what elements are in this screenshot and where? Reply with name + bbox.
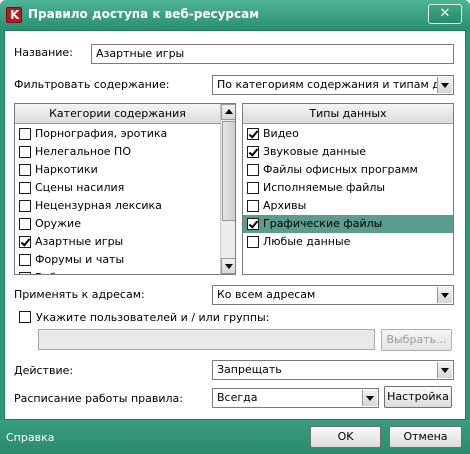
- filter-combo[interactable]: По категориям содержания и типам данны: [212, 75, 454, 95]
- users-checkbox[interactable]: [19, 311, 31, 323]
- users-field[interactable]: [38, 329, 375, 350]
- item-checkbox[interactable]: [19, 146, 31, 158]
- list-item[interactable]: Сцены насилия: [15, 179, 220, 197]
- categories-scrollbar[interactable]: [220, 104, 235, 274]
- item-label: Исполняемые файлы: [263, 181, 386, 194]
- ok-button[interactable]: OK: [310, 426, 381, 448]
- app-icon-letter: K: [10, 8, 20, 22]
- item-label: Азартные игры: [35, 235, 124, 248]
- dialog-footer: Справка OK Отмена: [0, 420, 470, 454]
- list-item[interactable]: Оружие: [15, 215, 220, 233]
- filter-label: Фильтровать содержание:: [14, 78, 170, 91]
- chevron-down-icon[interactable]: [437, 287, 452, 303]
- item-label: Порнография, эротика: [35, 127, 168, 140]
- datatypes-header[interactable]: Типы данных: [243, 104, 453, 124]
- action-combo-value: Запрещать: [217, 363, 282, 376]
- action-label: Действие:: [14, 364, 74, 377]
- item-label: Любые данные: [263, 235, 351, 248]
- list-item[interactable]: Исполняемые файлы: [243, 179, 453, 197]
- item-label: Видео: [263, 127, 299, 140]
- item-checkbox[interactable]: [19, 164, 31, 176]
- apply-combo[interactable]: Ко всем адресам: [212, 285, 454, 305]
- categories-list[interactable]: Категории содержания Порнография, эротик…: [14, 103, 236, 275]
- chevron-down-icon[interactable]: [437, 77, 452, 93]
- schedule-label: Расписание работы правила:: [14, 392, 184, 405]
- apply-combo-value: Ко всем адресам: [217, 288, 316, 301]
- schedule-settings-button[interactable]: Настройка: [384, 386, 452, 408]
- list-item[interactable]: Форумы и чаты: [15, 251, 220, 269]
- schedule-combo-value: Всегда: [217, 391, 258, 404]
- item-checkbox[interactable]: [247, 200, 259, 212]
- item-label: Графические файлы: [263, 217, 383, 230]
- item-checkbox[interactable]: [19, 218, 31, 230]
- list-item[interactable]: Порнография, эротика: [15, 125, 220, 143]
- help-link[interactable]: Справка: [6, 431, 54, 444]
- close-button[interactable]: ✕: [428, 4, 462, 24]
- action-combo[interactable]: Запрещать: [212, 360, 454, 380]
- datatypes-list[interactable]: Типы данных Видео Звуковые данные Файлы оф…: [242, 103, 454, 275]
- title-bar[interactable]: K Правило доступа к веб-ресурсам ✕: [0, 0, 470, 30]
- item-checkbox[interactable]: [19, 236, 31, 248]
- item-label: Звуковые данные: [263, 145, 367, 158]
- cancel-button[interactable]: Отмена: [389, 426, 462, 448]
- item-checkbox[interactable]: [19, 200, 31, 212]
- item-label: Сцены насилия: [35, 181, 125, 194]
- window-title: Правило доступа к веб-ресурсам: [28, 7, 260, 21]
- categories-header[interactable]: Категории содержания: [15, 104, 220, 124]
- chevron-down-icon[interactable]: [437, 362, 452, 378]
- filter-combo-value: По категориям содержания и типам данны: [217, 78, 437, 91]
- item-label: Форумы и чаты: [35, 253, 125, 266]
- scroll-thumb[interactable]: [222, 121, 235, 221]
- dialog-window: K Правило доступа к веб-ресурсам ✕ Назва…: [0, 0, 470, 454]
- list-item[interactable]: Архивы: [243, 197, 453, 215]
- list-item[interactable]: Звуковые данные: [243, 143, 453, 161]
- item-checkbox[interactable]: [247, 128, 259, 140]
- dialog-body: Название: Азартные игры Фильтровать соде…: [4, 30, 466, 420]
- users-checkbox-label: Укажите пользователей и / или группы:: [36, 311, 270, 324]
- item-label: Нецензурная лексика: [35, 199, 162, 212]
- list-item[interactable]: Веб-почта: [15, 269, 220, 274]
- chevron-down-icon[interactable]: [362, 390, 377, 406]
- item-label: Оружие: [35, 217, 81, 230]
- item-label: Файлы офисных программ: [263, 163, 418, 176]
- schedule-combo[interactable]: Всегда: [212, 388, 379, 408]
- item-label: Нелегальное ПО: [35, 145, 131, 158]
- scroll-down-icon[interactable]: [221, 258, 235, 274]
- list-item[interactable]: Нелегальное ПО: [15, 143, 220, 161]
- name-label: Название:: [14, 46, 73, 59]
- item-checkbox[interactable]: [247, 182, 259, 194]
- select-users-button[interactable]: Выбрать...: [381, 329, 452, 351]
- name-input[interactable]: Азартные игры: [91, 44, 454, 64]
- list-item[interactable]: Любые данные: [243, 233, 453, 251]
- scroll-up-icon[interactable]: [221, 104, 235, 120]
- item-label: Веб-почта: [35, 271, 94, 274]
- list-item[interactable]: Наркотики: [15, 161, 220, 179]
- item-checkbox[interactable]: [19, 254, 31, 266]
- item-checkbox[interactable]: [247, 236, 259, 248]
- item-checkbox[interactable]: [19, 182, 31, 194]
- item-checkbox[interactable]: [247, 164, 259, 176]
- kaspersky-app-icon: K: [6, 7, 22, 23]
- list-item[interactable]: Файлы офисных программ: [243, 161, 453, 179]
- list-item[interactable]: Видео: [243, 125, 453, 143]
- item-label: Наркотики: [35, 163, 98, 176]
- item-checkbox[interactable]: [247, 146, 259, 158]
- item-checkbox[interactable]: [19, 272, 31, 274]
- list-item[interactable]: Азартные игры: [15, 233, 220, 251]
- list-item[interactable]: Нецензурная лексика: [15, 197, 220, 215]
- item-checkbox[interactable]: [247, 218, 259, 230]
- list-item[interactable]: Графические файлы: [243, 215, 453, 233]
- item-label: Архивы: [263, 199, 307, 212]
- item-checkbox[interactable]: [19, 128, 31, 140]
- apply-label: Применять к адресам:: [14, 288, 145, 301]
